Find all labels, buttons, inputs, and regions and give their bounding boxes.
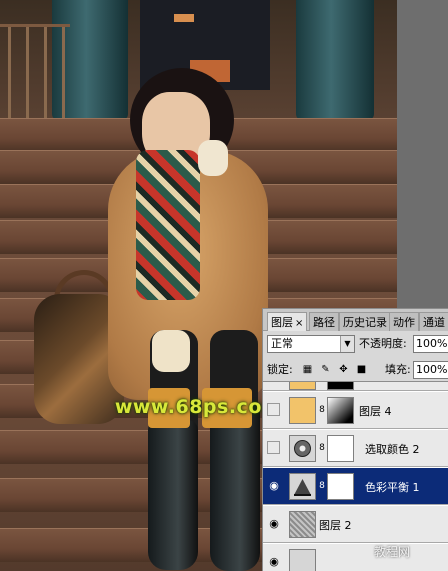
layer-mask-thumbnail: [327, 435, 354, 462]
layer-name: 选取颜色 2: [365, 443, 420, 456]
tab-actions[interactable]: 动作: [389, 312, 419, 331]
layer-mask-thumbnail: [327, 382, 354, 390]
layer-name: 色彩平衡 1: [365, 481, 420, 494]
tab-label: 路径: [313, 316, 335, 329]
blend-mode-value: 正常: [271, 337, 293, 350]
lock-transparency-icon[interactable]: ▦: [301, 363, 314, 376]
glove: [152, 330, 190, 372]
blend-mode-select[interactable]: 正常 ▼: [267, 335, 355, 353]
close-icon[interactable]: ×: [295, 318, 303, 329]
opacity-field[interactable]: 100%: [413, 335, 448, 353]
layer-row[interactable]: 8 图层 4: [263, 392, 448, 429]
logo-text: 教程网: [374, 545, 411, 559]
link-icon: 8: [319, 443, 325, 453]
panel-tabs: 图层 × 路径 历史记录 动作 通道: [263, 309, 448, 331]
lock-position-icon[interactable]: ✥: [337, 363, 350, 376]
link-icon: 8: [319, 405, 325, 415]
layers-panel: 图层 × 路径 历史记录 动作 通道 正常 ▼ 不透明度: 100% 锁定: ▦ …: [262, 308, 448, 571]
raised-hand: [198, 140, 228, 176]
scarf: [136, 150, 200, 300]
lock-label: 锁定:: [267, 363, 293, 376]
canvas-background: [397, 0, 448, 308]
tab-layers[interactable]: 图层 ×: [267, 312, 308, 331]
tab-label: 图层: [271, 316, 293, 329]
pillar-right: [296, 0, 374, 120]
fill-field[interactable]: 100%: [413, 361, 448, 379]
fill-label: 填充:: [385, 363, 411, 376]
visibility-toggle[interactable]: [267, 441, 280, 454]
tab-label: 通道: [423, 316, 445, 329]
layer-row-partial[interactable]: [263, 382, 448, 391]
adjustment-icon: [289, 435, 316, 462]
layer-row[interactable]: ◉ 8 色彩平衡 1: [263, 468, 448, 505]
layer-mask-thumbnail: [327, 397, 354, 424]
link-icon: 8: [319, 481, 325, 491]
boot-left: [148, 420, 198, 570]
blend-row: 正常 ▼ 不透明度: 100%: [263, 333, 448, 355]
tab-history[interactable]: 历史记录: [339, 312, 391, 331]
background-light: [174, 14, 194, 22]
layer-name: 图层 2: [319, 519, 352, 532]
layer-name: 图层 4: [359, 405, 392, 418]
lock-row: 锁定: ▦ ✎ ✥ ■ 填充: 100%: [263, 359, 448, 381]
lock-pixels-icon[interactable]: ✎: [319, 363, 332, 376]
site-logo-watermark: 教程网: [348, 539, 448, 571]
layer-row[interactable]: 8 选取颜色 2: [263, 430, 448, 467]
lock-all-icon[interactable]: ■: [355, 363, 368, 376]
adjustment-icon: [289, 473, 316, 500]
layer-thumbnail: [289, 549, 316, 571]
layer-mask-thumbnail: [327, 473, 354, 500]
layer-thumbnail: [289, 397, 316, 424]
eye-icon[interactable]: ◉: [266, 478, 282, 494]
eye-icon[interactable]: ◉: [266, 554, 282, 570]
tab-paths[interactable]: 路径: [309, 312, 339, 331]
chevron-down-icon: ▼: [340, 336, 354, 352]
tab-label: 历史记录: [343, 316, 387, 329]
visibility-toggle[interactable]: [267, 403, 280, 416]
tab-label: 动作: [393, 316, 415, 329]
layer-thumbnail: [289, 382, 316, 390]
eye-icon[interactable]: ◉: [266, 516, 282, 532]
layer-thumbnail: [289, 511, 316, 538]
layer-row[interactable]: ◉ 图层 2: [263, 506, 448, 543]
tab-channels[interactable]: 通道: [419, 312, 448, 331]
opacity-label: 不透明度:: [359, 337, 407, 350]
